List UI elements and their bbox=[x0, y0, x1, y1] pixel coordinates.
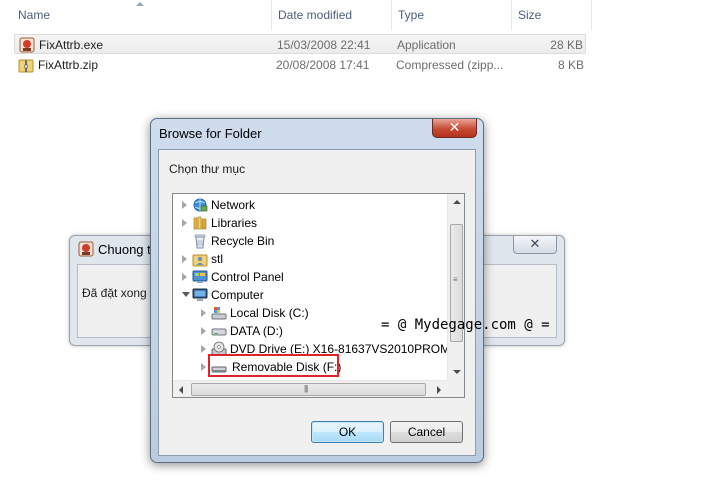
file-row[interactable]: FixAttrb.exe 15/03/2008 22:41 Applicatio… bbox=[14, 34, 586, 54]
expand-arrow-icon[interactable] bbox=[201, 309, 206, 317]
tree-item-label: Libraries bbox=[211, 216, 258, 230]
file-date: 20/08/2008 17:41 bbox=[276, 58, 370, 72]
file-type: Application bbox=[397, 38, 456, 52]
tree-vertical-scrollbar[interactable]: ≡ bbox=[447, 194, 464, 380]
ok-button[interactable]: OK bbox=[311, 421, 384, 443]
scroll-right-arrow-icon[interactable] bbox=[437, 386, 441, 394]
libraries-icon bbox=[193, 216, 207, 230]
tree-item-label: Control Panel bbox=[211, 270, 284, 284]
browse-for-folder-dialog: Browse for Folder ✕ Chọn thư mục Network bbox=[150, 118, 484, 463]
dialog-body: Chọn thư mục Network Libraries Recycle B… bbox=[158, 149, 476, 456]
watermark-text: = @ Mydegage.com @ = bbox=[381, 317, 550, 333]
application-icon bbox=[78, 241, 94, 257]
expand-arrow-icon[interactable] bbox=[182, 255, 187, 263]
tree-item-label: Computer bbox=[211, 288, 264, 302]
file-type: Compressed (zipp... bbox=[396, 58, 504, 72]
file-name: FixAttrb.exe bbox=[39, 38, 104, 52]
zip-folder-icon bbox=[18, 59, 34, 73]
dialog-prompt: Chọn thư mục bbox=[169, 162, 246, 176]
tree-item-label: DATA (D:) bbox=[230, 324, 283, 338]
column-date-modified[interactable]: Date modified bbox=[272, 0, 392, 30]
recycle-bin-icon bbox=[194, 234, 206, 249]
file-date: 15/03/2008 22:41 bbox=[277, 38, 371, 52]
network-icon bbox=[193, 198, 208, 212]
dialog-title: Browse for Folder bbox=[159, 126, 262, 141]
expand-arrow-icon[interactable] bbox=[201, 327, 206, 335]
hard-drive-icon bbox=[211, 328, 227, 336]
cancel-button[interactable]: Cancel bbox=[390, 421, 463, 443]
tree-horizontal-scrollbar[interactable]: ||| bbox=[173, 380, 447, 397]
background-close-button[interactable]: ✕ bbox=[513, 236, 557, 254]
tree-item-label: Network bbox=[211, 198, 256, 212]
computer-icon bbox=[192, 288, 208, 301]
tree-item-label: stl bbox=[211, 252, 223, 266]
scroll-grip-icon: ≡ bbox=[453, 275, 458, 284]
scroll-down-arrow-icon[interactable] bbox=[453, 370, 461, 374]
file-size: 8 KB bbox=[557, 58, 584, 72]
sort-ascending-icon bbox=[136, 2, 144, 6]
collapse-arrow-icon[interactable] bbox=[182, 292, 190, 297]
system-drive-icon bbox=[211, 307, 227, 320]
control-panel-icon bbox=[192, 270, 208, 283]
application-icon bbox=[19, 37, 35, 53]
expand-arrow-icon[interactable] bbox=[201, 363, 206, 371]
expand-arrow-icon[interactable] bbox=[182, 201, 187, 209]
tree-item-label: Recycle Bin bbox=[211, 234, 275, 248]
user-folder-icon bbox=[192, 254, 208, 267]
file-row[interactable]: FixAttrb.zip 20/08/2008 17:41 Compressed… bbox=[14, 55, 586, 75]
file-size: 28 KB bbox=[550, 38, 583, 52]
column-size[interactable]: Size bbox=[512, 0, 592, 30]
column-type[interactable]: Type bbox=[392, 0, 512, 30]
background-window-title: Chuong tr bbox=[98, 242, 156, 257]
scrollbar-corner bbox=[447, 380, 464, 397]
tree-item-label: Local Disk (C:) bbox=[230, 306, 309, 320]
expand-arrow-icon[interactable] bbox=[201, 345, 206, 353]
tree-horizontal-scroll-thumb[interactable]: ||| bbox=[191, 383, 426, 396]
background-window-message: Đã đặt xong bbox=[82, 286, 147, 300]
scroll-left-arrow-icon[interactable] bbox=[179, 386, 183, 394]
folder-tree-content: Network Libraries Recycle Bin stl Contro… bbox=[173, 194, 447, 380]
highlight-box bbox=[208, 354, 339, 377]
scroll-grip-icon: ||| bbox=[304, 384, 308, 393]
dialog-close-button[interactable]: ✕ bbox=[432, 119, 477, 138]
expand-arrow-icon[interactable] bbox=[182, 219, 187, 227]
column-header: Name Date modified Type Size bbox=[0, 0, 592, 30]
file-name: FixAttrb.zip bbox=[38, 58, 99, 72]
expand-arrow-icon[interactable] bbox=[182, 273, 187, 281]
scroll-up-arrow-icon[interactable] bbox=[453, 200, 461, 204]
